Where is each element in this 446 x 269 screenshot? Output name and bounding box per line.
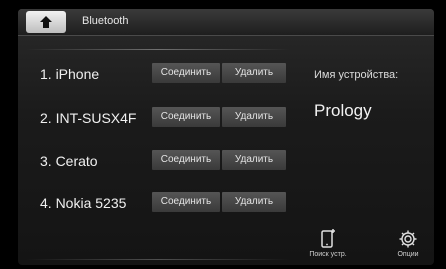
options-button[interactable]: Опции (382, 229, 434, 265)
device-name-value: Prology (314, 101, 372, 120)
connect-button[interactable]: Соединить (152, 150, 220, 170)
connect-button[interactable]: Соединить (152, 107, 220, 127)
delete-button[interactable]: Удалить (222, 63, 286, 83)
bluetooth-screen: Bluetooth 1. iPhone Соединить Удалить 2.… (18, 9, 434, 265)
delete-button[interactable]: Удалить (222, 107, 286, 127)
page-title: Bluetooth (82, 15, 129, 27)
device-name: 1. iPhone (40, 66, 100, 82)
home-icon (40, 16, 52, 28)
gear-icon (399, 230, 417, 248)
options-label: Опции (397, 251, 419, 258)
home-button[interactable] (26, 11, 66, 33)
title-bar: Bluetooth (18, 9, 434, 36)
device-name: 3. Cerato (40, 153, 98, 169)
connect-button[interactable]: Соединить (152, 63, 220, 83)
delete-button[interactable]: Удалить (222, 150, 286, 170)
top-divider (26, 49, 290, 50)
search-devices-button[interactable]: Поиск устр. (302, 229, 354, 265)
app-frame: Bluetooth 1. iPhone Соединить Удалить 2.… (0, 0, 446, 269)
connect-button[interactable]: Соединить (152, 192, 220, 212)
device-name-label: Имя устройства: (314, 69, 399, 81)
device-name: 4. Nokia 5235 (40, 195, 127, 211)
search-devices-label: Поиск устр. (309, 251, 347, 258)
device-name: 2. INT-SUSX4F (40, 110, 137, 126)
delete-button[interactable]: Удалить (222, 192, 286, 212)
phone-search-icon (321, 229, 335, 248)
bottom-divider (26, 259, 290, 260)
